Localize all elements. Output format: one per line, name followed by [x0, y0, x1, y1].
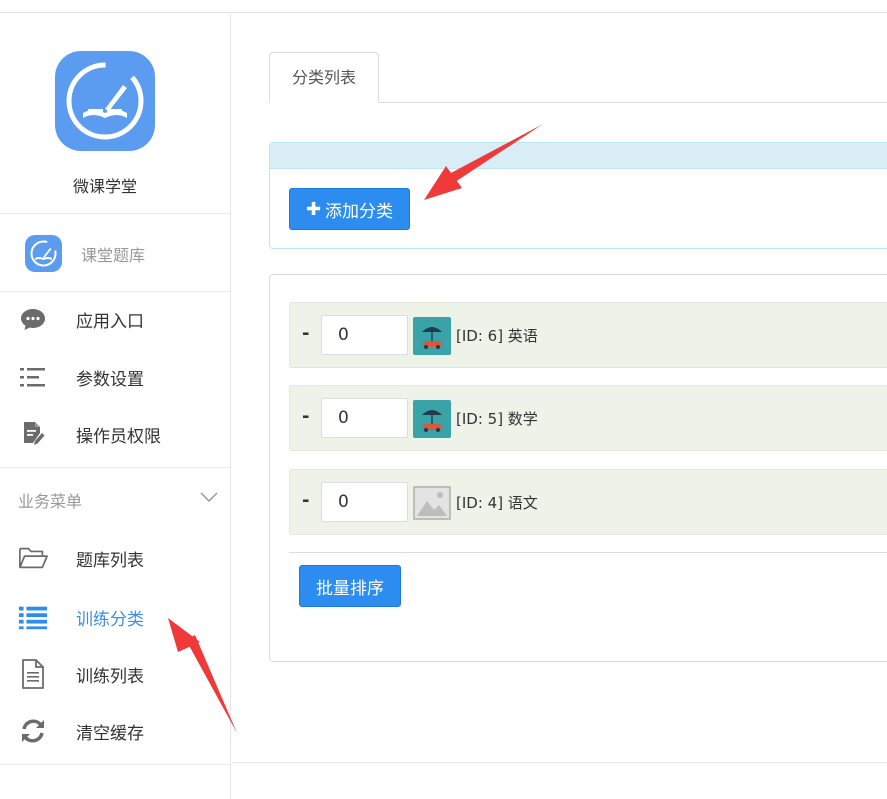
brand-area: 微课学堂 [0, 13, 230, 214]
nav-item-clear-cache[interactable]: 清空缓存 [0, 703, 230, 759]
tab-category-list[interactable]: 分类列表 [269, 52, 379, 103]
chat-icon [18, 305, 48, 333]
category-label: [ID: 4] 语文 [456, 494, 538, 512]
sidebar: 微课学堂 课堂题库 应用入口 参数设置 操作员权限 业务菜单 题库列表 训练分类… [0, 13, 231, 799]
app-name: 微课学堂 [72, 177, 137, 196]
module-logo-icon [25, 235, 62, 272]
document-edit-icon [18, 420, 48, 448]
nav-label: 清空缓存 [76, 724, 144, 744]
folder-open-icon [18, 544, 48, 572]
chevron-down-icon[interactable] [198, 487, 220, 507]
nav-item-training-list[interactable]: 训练列表 [0, 646, 230, 702]
section-divider [0, 467, 230, 468]
nav-item-settings[interactable]: 参数设置 [0, 349, 230, 405]
list-divider [289, 552, 887, 553]
sort-order-input[interactable] [321, 482, 408, 522]
nav-label: 应用入口 [76, 312, 144, 332]
module-label: 课堂题库 [81, 246, 146, 265]
refresh-icon [18, 717, 48, 745]
batch-sort-button[interactable]: 批量排序 [299, 565, 401, 607]
row-dash: - [302, 323, 310, 344]
category-row: - [ID: 6] 英语 [289, 302, 887, 368]
list-icon [18, 603, 48, 631]
nav-label: 参数设置 [76, 370, 144, 390]
nav-label: 训练列表 [76, 667, 144, 687]
sort-order-input[interactable] [321, 398, 408, 438]
sort-order-input[interactable] [321, 315, 408, 355]
nav-item-training-category[interactable]: 训练分类 [0, 589, 230, 645]
image-placeholder-icon [413, 484, 451, 522]
main-bottom-divider [232, 762, 887, 763]
file-text-icon [18, 659, 48, 689]
category-label: [ID: 5] 数学 [456, 410, 538, 428]
sidebar-bottom-divider [0, 764, 230, 765]
nav-label: 训练分类 [76, 610, 144, 630]
row-dash: - [302, 406, 310, 427]
row-dash: - [302, 490, 310, 511]
nav-label: 题库列表 [76, 551, 144, 571]
nav-item-operator-permissions[interactable]: 操作员权限 [0, 406, 230, 462]
category-row: - [ID: 4] 语文 [289, 469, 887, 535]
app-logo [55, 51, 155, 151]
add-category-button[interactable]: ✚ 添加分类 [289, 188, 410, 230]
nav-item-app-entry[interactable]: 应用入口 [0, 291, 230, 347]
section-title: 业务菜单 [18, 492, 83, 511]
action-panel-header [270, 143, 887, 169]
plus-icon: ✚ [305, 198, 322, 220]
nav-item-question-bank-list[interactable]: 题库列表 [0, 530, 230, 586]
category-thumbnail [413, 400, 451, 438]
category-label: [ID: 6] 英语 [456, 327, 538, 345]
category-row: - [ID: 5] 数学 [289, 385, 887, 451]
category-thumbnail [413, 317, 451, 355]
settings-list-icon [18, 363, 48, 391]
nav-label: 操作员权限 [76, 427, 161, 447]
add-category-label: 添加分类 [325, 201, 394, 222]
module-switcher[interactable]: 课堂题库 [0, 215, 230, 292]
